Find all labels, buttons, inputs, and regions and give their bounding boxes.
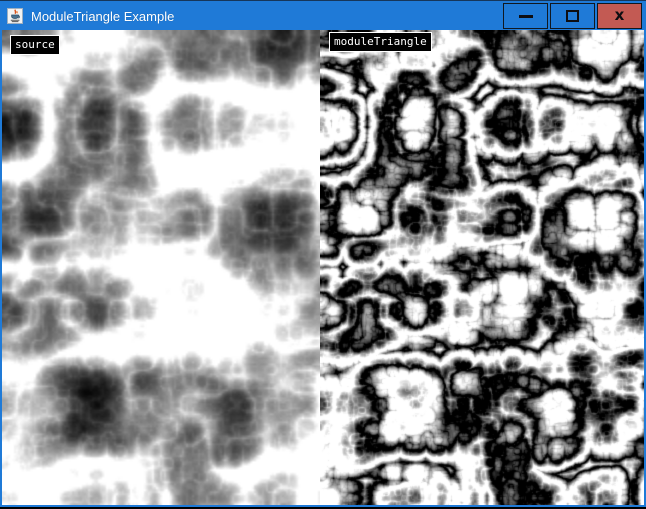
content-area: source moduleTriangle (2, 30, 644, 505)
screenshot-root: ModuleTriangle Example x source mo (0, 0, 646, 509)
java-coffee-cup-icon (7, 8, 23, 24)
window-title: ModuleTriangle Example (31, 9, 174, 24)
minimize-button[interactable] (503, 3, 548, 29)
maximize-button[interactable] (550, 3, 595, 29)
moduletriangle-noise-image (320, 30, 644, 505)
app-window: ModuleTriangle Example x source mo (0, 0, 646, 507)
close-button[interactable]: x (597, 3, 642, 29)
moduletriangle-label: moduleTriangle (329, 32, 432, 52)
maximize-icon (566, 10, 579, 22)
source-noise-image (2, 30, 320, 505)
panel-source: source (2, 30, 320, 505)
titlebar[interactable]: ModuleTriangle Example x (2, 2, 644, 30)
minimize-icon (519, 15, 533, 18)
window-controls: x (503, 3, 642, 29)
close-icon: x (615, 8, 625, 23)
source-label: source (10, 35, 60, 55)
panel-moduletriangle: moduleTriangle (320, 30, 644, 505)
